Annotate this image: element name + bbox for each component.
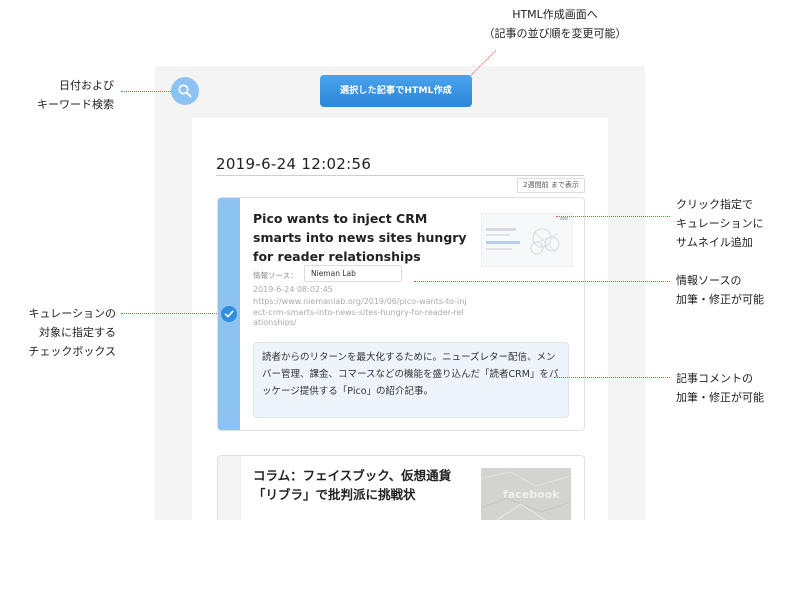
leader-line-search: [121, 91, 171, 92]
article-title[interactable]: Pico wants to inject CRM smarts into new…: [253, 209, 479, 266]
article-thumbnail[interactable]: [481, 213, 573, 267]
comment-textarea[interactable]: 読者からのリターンを最大化するために。ニューズレター配信、メンバー管理、課金、コ…: [253, 342, 569, 418]
annotation-line-2: 加筆・修正が可能: [676, 293, 764, 306]
thumbnail-image: [482, 214, 572, 266]
top-toolbar: 選択した記事でHTML作成: [155, 66, 645, 116]
leader-line-checkbox: [121, 313, 217, 314]
thumbnail-text: facebook: [503, 488, 560, 501]
source-label: 情報ソース：: [253, 271, 298, 280]
article-date: 2019-6-24 08:02:45: [253, 285, 333, 294]
leader-line-source: [414, 281, 670, 282]
curation-app: 選択した記事でHTML作成 2019-6-24 12:02:56 2週間前 まで…: [155, 66, 645, 520]
article-title[interactable]: コラム：フェイスブック、仮想通貨「リブラ」で批判派に挑戦状: [253, 466, 469, 504]
leader-line-comment: [554, 377, 670, 378]
article-panel: 2019-6-24 12:02:56 2週間前 まで表示 Pico wants …: [192, 118, 608, 520]
annotation-line-1: 日付および: [59, 79, 114, 92]
article-card: コラム：フェイスブック、仮想通貨「リブラ」で批判派に挑戦状 facebook: [217, 455, 585, 520]
search-button[interactable]: [171, 77, 199, 105]
article-url[interactable]: https://www.niemanlab.org/2019/06/pico-w…: [253, 297, 468, 329]
annotation-line-2: 対象に指定する: [39, 326, 116, 339]
annotation-checkbox: キュレーションの 対象に指定する チェックボックス: [2, 304, 116, 361]
annotation-thumbnail: クリック指定で キュレーションに サムネイル追加: [676, 195, 764, 252]
annotation-comment: 記事コメントの 加筆・修正が可能: [676, 369, 764, 407]
timestamp-divider: [216, 175, 584, 176]
range-button[interactable]: 2週間前 まで表示: [517, 178, 585, 193]
search-icon: [178, 84, 192, 98]
annotation-line-2: 加筆・修正が可能: [676, 391, 764, 404]
create-html-button[interactable]: 選択した記事でHTML作成: [320, 75, 472, 107]
annotation-line-2: キーワード検索: [37, 98, 114, 111]
annotation-line-2: キュレーションに: [676, 217, 764, 230]
annotation-line-1: HTML作成画面へ: [512, 8, 598, 21]
annotation-line-1: キュレーションの: [28, 307, 116, 320]
annotation-line-1: 情報ソースの: [676, 274, 742, 287]
article-card: Pico wants to inject CRM smarts into new…: [217, 197, 585, 431]
leader-line-thumbnail: [556, 216, 670, 217]
select-bar[interactable]: [218, 456, 241, 520]
page-timestamp: 2019-6-24 12:02:56: [216, 155, 372, 173]
annotation-search: 日付および キーワード検索: [22, 76, 114, 114]
annotation-line-3: サムネイル追加: [676, 236, 753, 249]
source-input[interactable]: Nieman Lab: [304, 265, 402, 282]
select-checkbox[interactable]: [221, 306, 237, 322]
annotation-line-1: クリック指定で: [676, 198, 753, 211]
annotation-line-1: 記事コメントの: [676, 372, 753, 385]
annotation-source: 情報ソースの 加筆・修正が可能: [676, 271, 764, 309]
annotation-line-2: （記事の並び順を変更可能）: [483, 27, 627, 40]
annotation-line-3: チェックボックス: [28, 345, 116, 358]
check-icon: [224, 310, 234, 318]
thumbnail-image: facebook: [480, 468, 572, 520]
annotation-html: HTML作成画面へ （記事の並び順を変更可能）: [450, 5, 660, 43]
article-thumbnail[interactable]: facebook: [480, 468, 572, 520]
